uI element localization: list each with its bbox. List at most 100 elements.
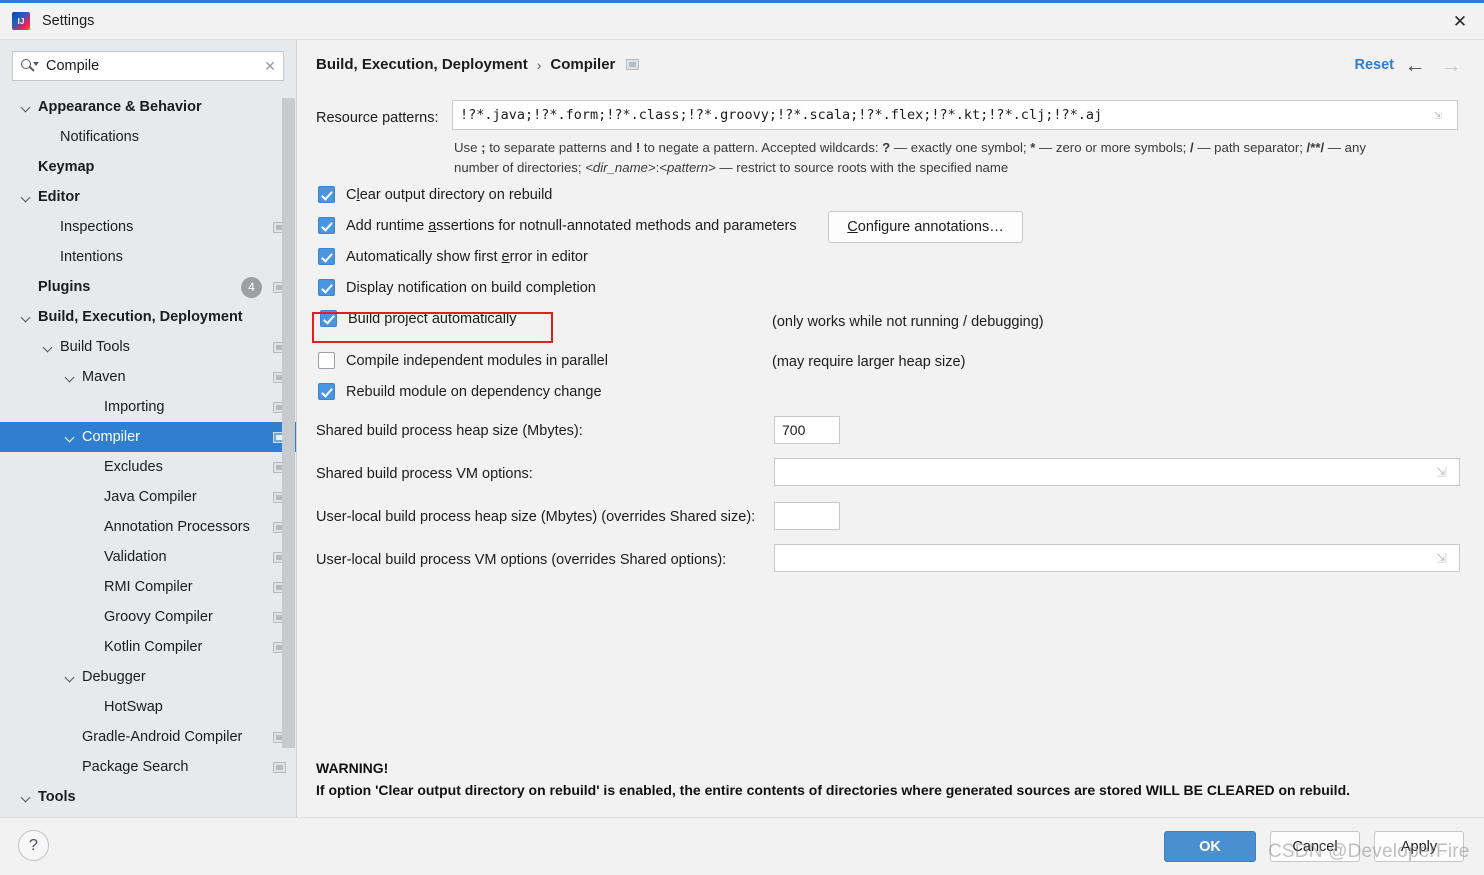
chevron-down-icon[interactable] <box>19 790 33 804</box>
sidebar-item-label: Editor <box>38 189 80 205</box>
breadcrumb-parent[interactable]: Build, Execution, Deployment <box>316 56 528 73</box>
chevron-down-icon[interactable] <box>19 190 33 204</box>
sidebar-item-tools[interactable]: Tools <box>0 782 296 812</box>
sidebar-item-label: Gradle-Android Compiler <box>82 729 242 745</box>
expand-icon[interactable]: ⇲ <box>1436 551 1451 566</box>
sidebar-item-label: Importing <box>104 399 164 415</box>
checkbox-box[interactable] <box>318 248 335 265</box>
chevron-down-icon[interactable] <box>19 310 33 324</box>
shared-heap-label: Shared build process heap size (Mbytes): <box>316 423 583 439</box>
checkbox-show-first-error[interactable]: Automatically show first error in editor <box>318 248 588 265</box>
arrow-left-icon[interactable]: ← <box>1402 54 1428 78</box>
sidebar-item-importing[interactable]: Importing <box>0 392 296 422</box>
userlocal-vm-options-label: User-local build process VM options (ove… <box>316 552 726 568</box>
sidebar-item-hotswap[interactable]: HotSwap <box>0 692 296 722</box>
checkbox-clear-output[interactable]: Clear output directory on rebuild <box>318 186 552 203</box>
search-box[interactable]: ✕ <box>12 51 284 81</box>
apply-button[interactable]: Apply <box>1374 831 1464 862</box>
sidebar-item-keymap[interactable]: Keymap <box>0 152 296 182</box>
sidebar-item-build-tools[interactable]: Build Tools <box>0 332 296 362</box>
close-icon[interactable]: ✕ <box>1436 3 1484 39</box>
reset-link[interactable]: Reset <box>1355 57 1395 73</box>
checkbox-box[interactable] <box>320 310 337 327</box>
resource-patterns-label: Resource patterns: <box>316 110 439 126</box>
userlocal-heap-input[interactable] <box>774 502 840 530</box>
sidebar-item-annotation-processors[interactable]: Annotation Processors <box>0 512 296 542</box>
sidebar-item-excludes[interactable]: Excludes <box>0 452 296 482</box>
resource-patterns-input[interactable]: !?*.java;!?*.form;!?*.class;!?*.groovy;!… <box>452 100 1458 130</box>
userlocal-vm-options-input[interactable]: ⇲ <box>774 544 1460 572</box>
chevron-down-icon[interactable] <box>41 340 55 354</box>
settings-main-panel: Build, Execution, Deployment › Compiler … <box>298 40 1484 817</box>
expand-icon[interactable]: ⇲ <box>1436 465 1451 480</box>
settings-dialog: Settings ✕ ✕ Appearance & Behavior Notifi… <box>0 0 1484 875</box>
sidebar-item-validation[interactable]: Validation <box>0 542 296 572</box>
breadcrumb: Build, Execution, Deployment › Compiler <box>316 56 639 73</box>
checkbox-box[interactable] <box>318 186 335 203</box>
chevron-down-icon[interactable] <box>63 370 77 384</box>
sidebar-item-label: Appearance & Behavior <box>38 99 202 115</box>
sidebar-item-label: Java Compiler <box>104 489 197 505</box>
expand-icon[interactable]: ⇲ <box>1434 108 1449 123</box>
chevron-down-icon[interactable] <box>63 670 77 684</box>
sidebar-item-debugger[interactable]: Debugger <box>0 662 296 692</box>
checkbox-label: Build project automatically <box>348 311 516 327</box>
checkbox-runtime-assertions[interactable]: Add runtime assertions for notnull-annot… <box>318 217 797 234</box>
window-title: Settings <box>42 13 94 29</box>
sidebar-item-build-execution-deployment[interactable]: Build, Execution, Deployment <box>0 302 296 332</box>
sidebar-item-plugins[interactable]: Plugins4 <box>0 272 296 302</box>
sidebar-item-editor[interactable]: Editor <box>0 182 296 212</box>
sidebar-item-kotlin-compiler[interactable]: Kotlin Compiler <box>0 632 296 662</box>
sidebar-item-intentions[interactable]: Intentions <box>0 242 296 272</box>
title-bar: Settings ✕ <box>0 3 1484 40</box>
sidebar-item-label: Kotlin Compiler <box>104 639 202 655</box>
sidebar-item-java-compiler[interactable]: Java Compiler <box>0 482 296 512</box>
checkbox-build-project-automatically[interactable]: Build project automatically <box>320 310 516 327</box>
checkbox-display-notification[interactable]: Display notification on build completion <box>318 279 596 296</box>
clear-icon[interactable]: ✕ <box>257 59 283 73</box>
chevron-down-icon[interactable] <box>19 100 33 114</box>
dialog-footer: ? OK Cancel Apply <box>0 817 1484 875</box>
shared-vm-options-input[interactable]: ⇲ <box>774 458 1460 486</box>
sidebar-item-label: Compiler <box>82 429 140 445</box>
checkbox-box[interactable] <box>318 383 335 400</box>
ok-button[interactable]: OK <box>1164 831 1256 862</box>
configure-annotations-button[interactable]: Configure annotations… <box>828 211 1023 243</box>
checkbox-compile-parallel[interactable]: Compile independent modules in parallel <box>318 352 608 369</box>
sidebar-item-inspections[interactable]: Inspections <box>0 212 296 242</box>
sidebar-item-label: Validation <box>104 549 167 565</box>
sidebar-item-compiler[interactable]: Compiler <box>0 422 296 452</box>
note-build-automatically: (only works while not running / debuggin… <box>772 314 1044 330</box>
search-icon <box>21 58 38 75</box>
sidebar-scrollbar[interactable] <box>282 92 295 817</box>
sidebar-item-maven[interactable]: Maven <box>0 362 296 392</box>
sidebar-item-gradle-android-compiler[interactable]: Gradle-Android Compiler <box>0 722 296 752</box>
arrow-right-icon[interactable]: → <box>1438 54 1464 78</box>
sidebar-item-appearance-behavior[interactable]: Appearance & Behavior <box>0 92 296 122</box>
note-parallel-heap: (may require larger heap size) <box>772 354 965 370</box>
cancel-button[interactable]: Cancel <box>1270 831 1360 862</box>
sidebar-item-groovy-compiler[interactable]: Groovy Compiler <box>0 602 296 632</box>
breadcrumb-current: Compiler <box>550 56 615 73</box>
sidebar-item-package-search[interactable]: Package Search <box>0 752 296 782</box>
chevron-down-icon[interactable] <box>63 430 77 444</box>
shared-heap-input[interactable]: 700 <box>774 416 840 444</box>
checkbox-label: Add runtime assertions for notnull-annot… <box>346 218 797 234</box>
sidebar-item-label: Maven <box>82 369 126 385</box>
checkbox-box[interactable] <box>318 352 335 369</box>
search-input[interactable] <box>46 58 257 74</box>
checkbox-rebuild-on-dependency-change[interactable]: Rebuild module on dependency change <box>318 383 602 400</box>
sidebar-item-notifications[interactable]: Notifications <box>0 122 296 152</box>
checkbox-label: Clear output directory on rebuild <box>346 187 552 203</box>
settings-tree: Appearance & Behavior NotificationsKeymap… <box>0 92 296 817</box>
checkbox-box[interactable] <box>318 279 335 296</box>
sidebar-item-label: Package Search <box>82 759 188 775</box>
breadcrumb-separator: › <box>537 57 542 73</box>
sidebar-item-label: Intentions <box>60 249 123 265</box>
help-icon[interactable]: ? <box>18 830 49 861</box>
sidebar-badge: 4 <box>241 277 262 298</box>
sidebar-item-label: Inspections <box>60 219 133 235</box>
resource-patterns-hint: Use ; to separate patterns and ! to nega… <box>454 138 1454 178</box>
sidebar-item-rmi-compiler[interactable]: RMI Compiler <box>0 572 296 602</box>
checkbox-box[interactable] <box>318 217 335 234</box>
